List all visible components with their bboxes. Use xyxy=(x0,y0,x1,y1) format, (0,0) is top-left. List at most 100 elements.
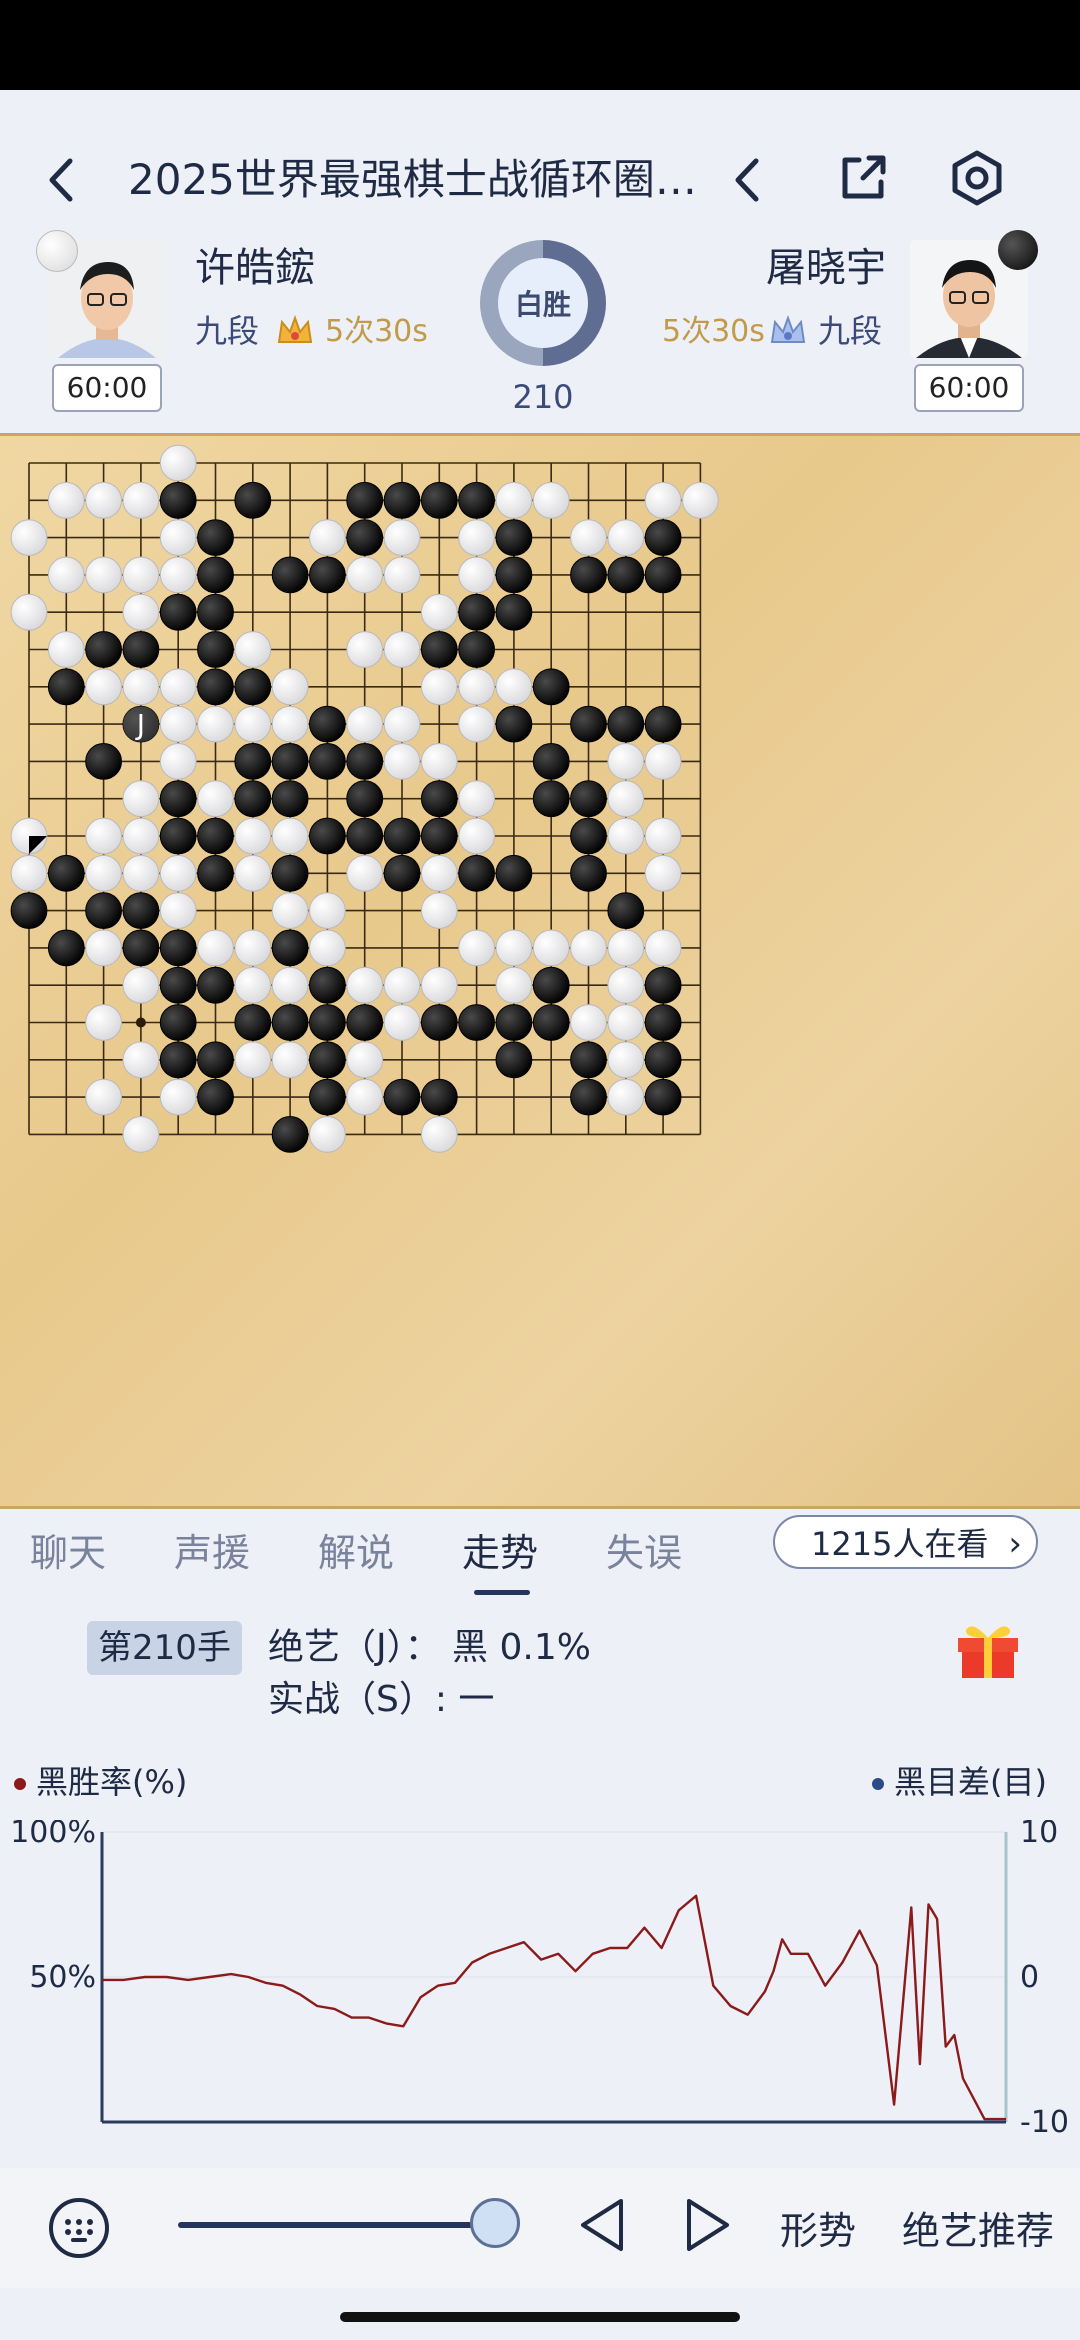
share-icon[interactable] xyxy=(830,145,896,211)
black-stone xyxy=(271,1115,309,1153)
black-stone xyxy=(383,1078,421,1116)
black-stone xyxy=(197,966,234,1004)
black-stone xyxy=(570,556,607,594)
white-stone xyxy=(346,966,384,1004)
tab-mistakes[interactable]: 失误 xyxy=(606,1522,682,1577)
white-stone xyxy=(383,556,421,594)
black-stone xyxy=(234,780,272,818)
white-stone xyxy=(607,1004,645,1041)
black-stone xyxy=(420,1078,458,1116)
move-slider-knob[interactable] xyxy=(470,2198,520,2248)
black-stone xyxy=(308,1041,346,1079)
white-stone xyxy=(85,481,123,519)
black-stone xyxy=(85,631,123,668)
prev-move-icon[interactable] xyxy=(568,2190,638,2260)
white-stone xyxy=(495,668,533,706)
go-board[interactable]: J xyxy=(0,433,1080,1509)
ai-suggestion-marker: J xyxy=(122,706,159,743)
white-stone xyxy=(271,817,309,855)
white-stone xyxy=(308,892,346,930)
black-stone xyxy=(420,817,458,855)
black-stone xyxy=(495,556,533,594)
white-stone xyxy=(308,1115,346,1153)
white-stone xyxy=(122,593,160,631)
black-stone xyxy=(458,1004,496,1041)
black-stone xyxy=(308,966,346,1004)
move-slider-track[interactable] xyxy=(178,2222,493,2228)
white-stone xyxy=(159,1078,197,1116)
white-stone xyxy=(458,705,496,743)
viewers-button[interactable]: 1215人在看 › xyxy=(773,1515,1038,1569)
black-stone xyxy=(420,481,458,519)
tab-trend[interactable]: 走势 xyxy=(462,1522,538,1577)
back-arrow-icon[interactable] xyxy=(32,150,92,210)
status-bar xyxy=(0,0,1080,90)
white-stone xyxy=(10,593,48,631)
white-stone xyxy=(159,556,197,594)
black-player-rank: 九段 xyxy=(818,312,883,350)
black-stone xyxy=(607,556,645,594)
white-stone xyxy=(607,780,645,818)
star-point xyxy=(135,1017,146,1028)
black-stone xyxy=(271,929,309,967)
ai-recommend-button[interactable]: 绝艺推荐 xyxy=(902,2200,1054,2255)
black-stone xyxy=(420,780,458,818)
crown-icon xyxy=(768,312,808,352)
white-stone xyxy=(85,556,123,594)
white-stone xyxy=(532,929,570,967)
white-stone xyxy=(47,631,85,668)
white-stone xyxy=(122,817,160,855)
white-stone xyxy=(159,742,197,780)
black-stone xyxy=(159,1041,197,1079)
keyboard-icon[interactable] xyxy=(44,2193,114,2263)
board-grid[interactable]: J xyxy=(0,436,1080,1506)
white-stone xyxy=(234,817,272,855)
black-stone xyxy=(532,966,570,1004)
gift-icon[interactable] xyxy=(954,1618,1022,1680)
black-stone xyxy=(346,1004,384,1041)
white-stone xyxy=(383,519,421,557)
black-stone xyxy=(644,556,682,594)
black-stone xyxy=(644,519,682,557)
black-stone xyxy=(197,1078,234,1116)
white-stone xyxy=(85,854,123,892)
black-stone xyxy=(197,1041,234,1079)
white-stone xyxy=(159,668,197,706)
black-stone xyxy=(570,854,607,892)
actual-evaluation: 实战（S）: 一 xyxy=(268,1679,495,1720)
black-stone xyxy=(570,1041,607,1079)
white-clock: 60:00 xyxy=(52,364,162,412)
black-stone xyxy=(532,780,570,818)
white-stone xyxy=(458,929,496,967)
white-stone xyxy=(420,593,458,631)
white-stone xyxy=(159,854,197,892)
tab-chat[interactable]: 聊天 xyxy=(30,1522,106,1577)
white-stone xyxy=(122,668,160,706)
black-stone xyxy=(122,631,160,668)
black-clock: 60:00 xyxy=(914,364,1024,412)
chevron-left-icon[interactable] xyxy=(718,150,778,210)
white-stone xyxy=(607,519,645,557)
white-stone xyxy=(458,780,496,818)
home-indicator xyxy=(340,2312,740,2322)
black-stone xyxy=(10,892,48,930)
white-stone xyxy=(346,1078,384,1116)
tab-commentary[interactable]: 解说 xyxy=(318,1522,394,1577)
black-stone xyxy=(570,1078,607,1116)
black-stone xyxy=(495,1041,533,1079)
settings-icon[interactable] xyxy=(944,145,1010,211)
white-stone xyxy=(458,519,496,557)
tab-cheer[interactable]: 声援 xyxy=(174,1522,250,1577)
black-stone xyxy=(420,631,458,668)
white-stone xyxy=(234,1041,272,1079)
black-stone xyxy=(271,1004,309,1041)
legend-win-rate: 黑胜率(%) xyxy=(14,1762,187,1802)
result-label: 白胜 xyxy=(498,258,588,348)
black-stone xyxy=(47,668,85,706)
next-move-icon[interactable] xyxy=(672,2190,742,2260)
white-stone xyxy=(271,1041,309,1079)
situation-button[interactable]: 形势 xyxy=(780,2200,856,2255)
black-stone xyxy=(458,593,496,631)
chevron-right-icon: › xyxy=(1008,1524,1022,1564)
result-ring: 白胜 xyxy=(480,240,606,366)
